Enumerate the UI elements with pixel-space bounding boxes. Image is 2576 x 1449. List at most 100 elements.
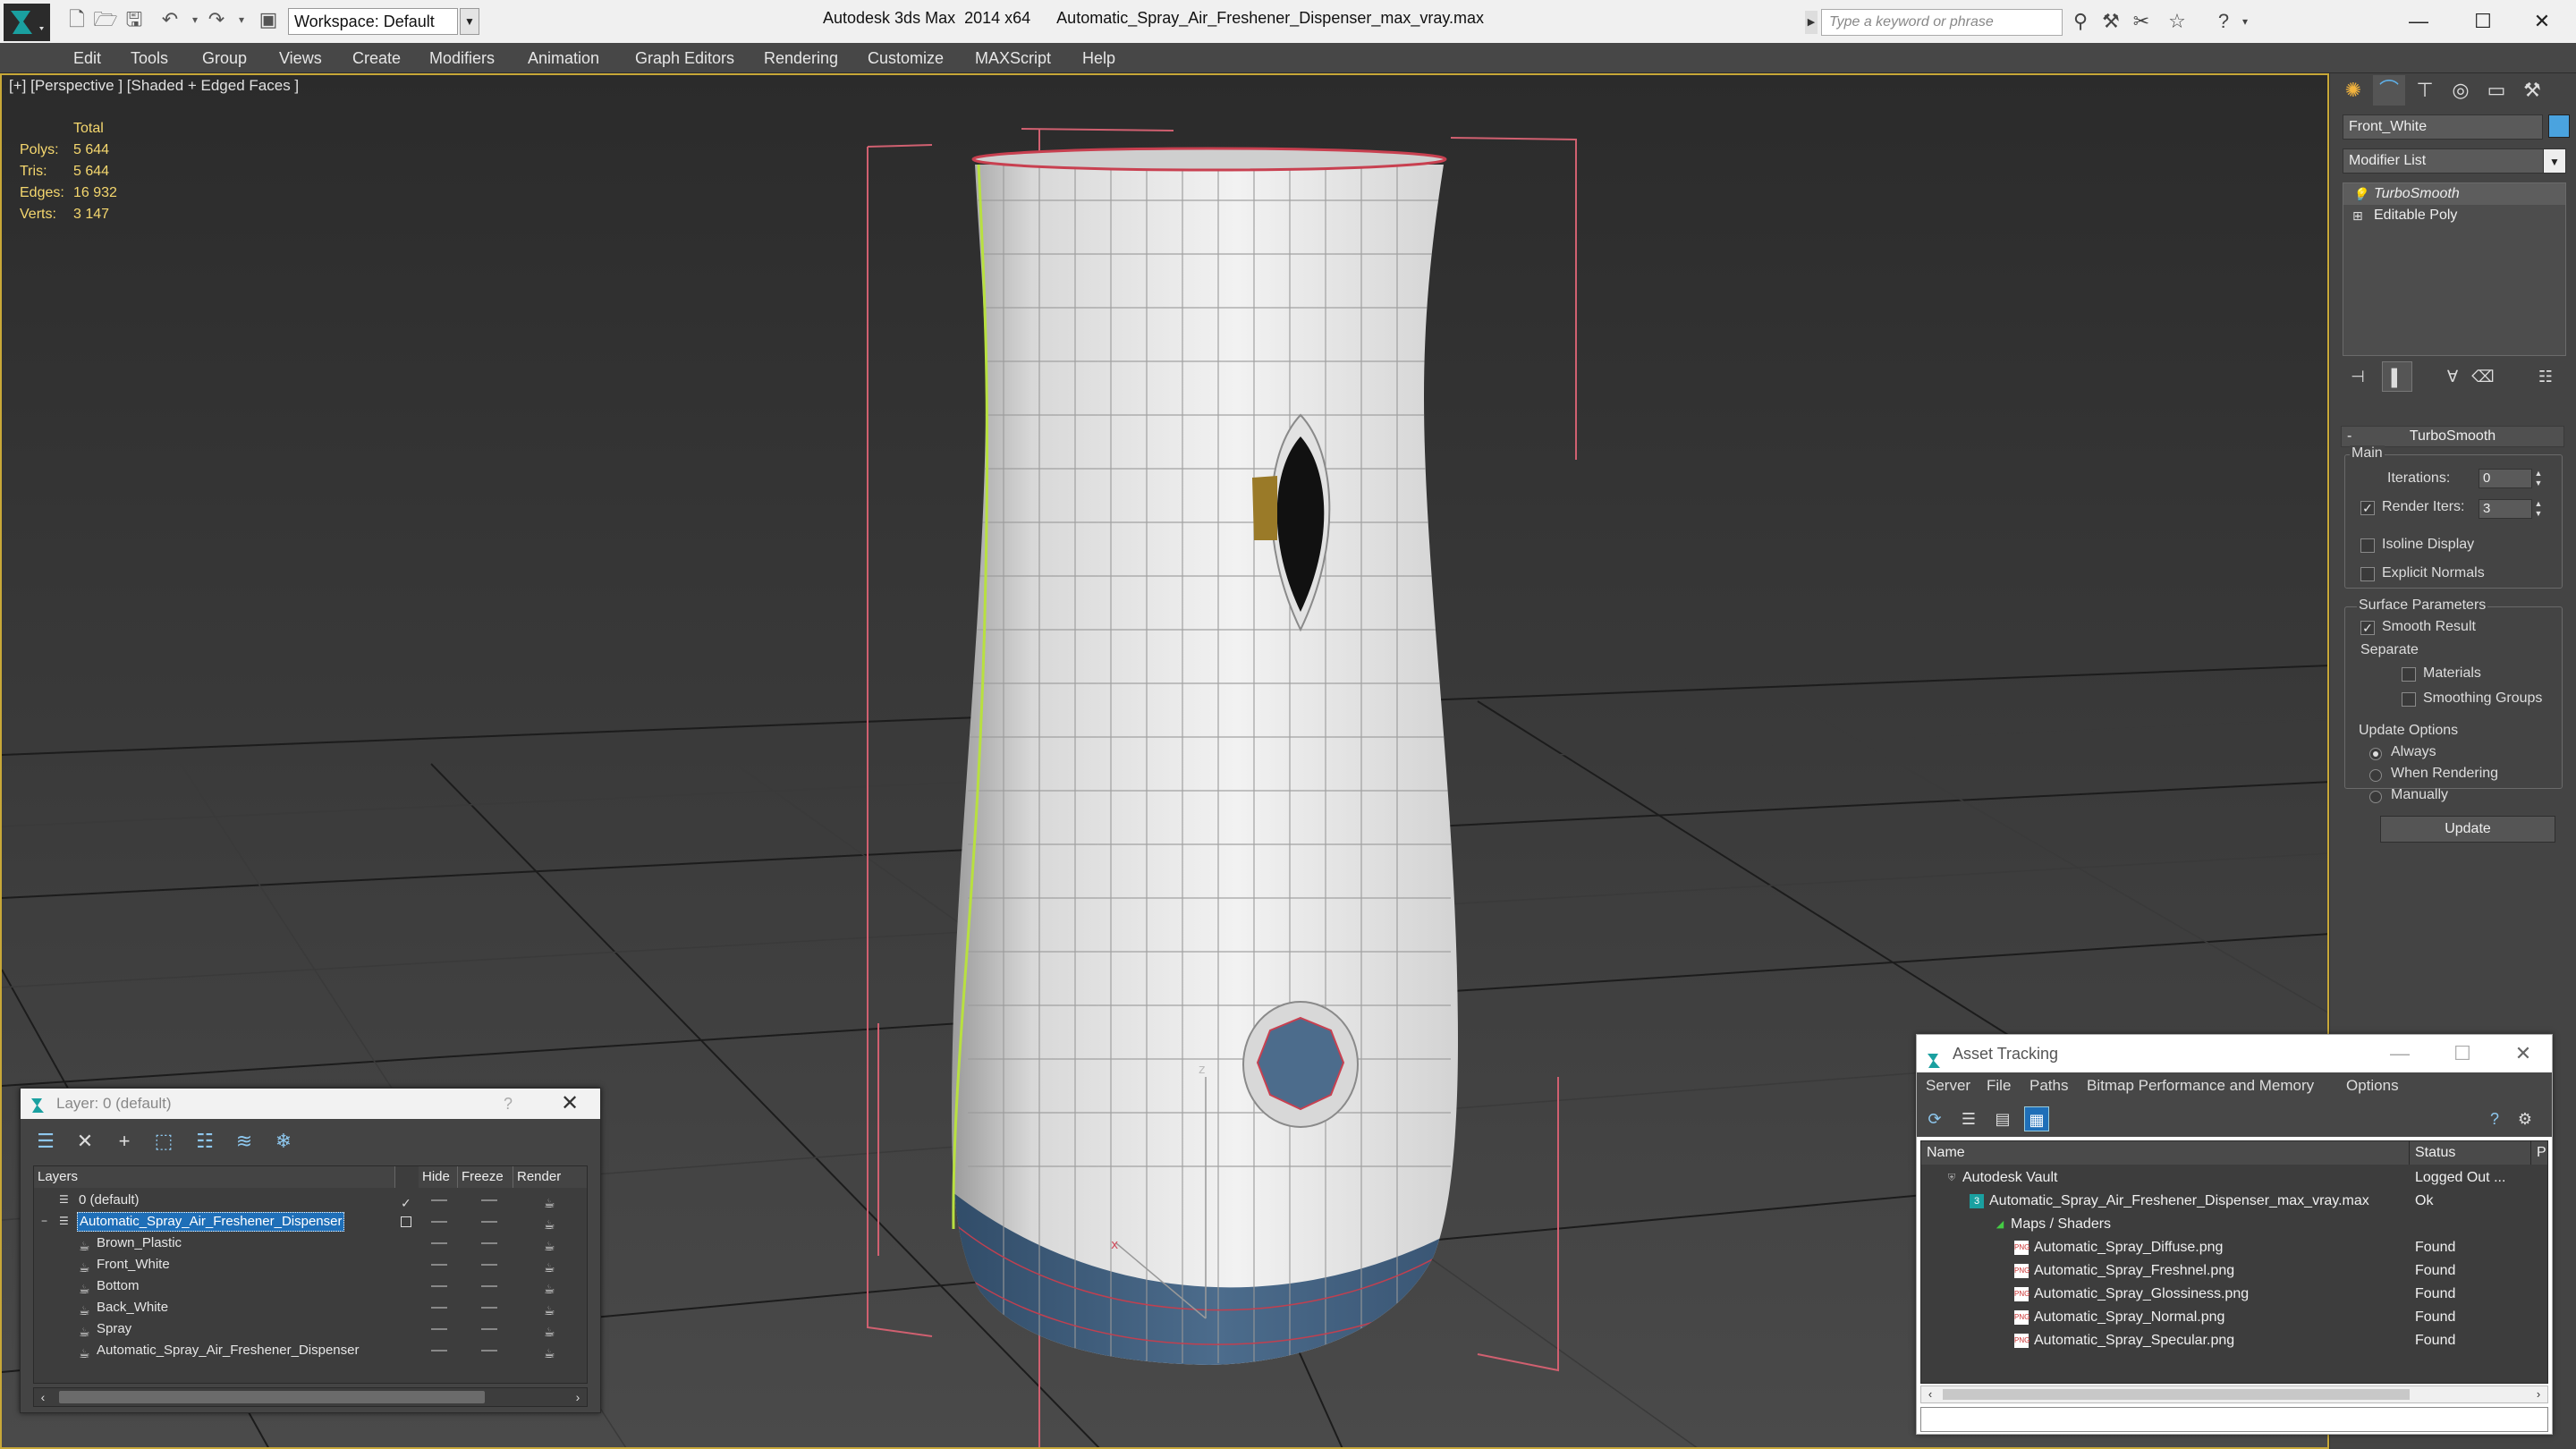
object-color-swatch[interactable] (2548, 114, 2570, 138)
asset-name[interactable]: Autodesk Vault (1962, 1166, 2057, 1190)
new-file-icon[interactable]: 🗋 (64, 7, 89, 32)
when-rendering-radio[interactable] (2369, 769, 2382, 782)
freeze-toggle[interactable] (481, 1285, 497, 1287)
hide-toggle[interactable] (431, 1328, 447, 1330)
freeze-toggle[interactable] (481, 1328, 497, 1330)
asset-name[interactable]: Automatic_Spray_Diffuse.png (2034, 1236, 2223, 1259)
viewport-label[interactable]: [+] [Perspective ] [Shaded + Edged Faces… (9, 77, 299, 95)
freeze-toggle[interactable] (481, 1307, 497, 1309)
object-name[interactable]: Automatic_Spray_Air_Freshener_Dispenser (97, 1340, 359, 1361)
spinner-arrows-icon[interactable]: ▲ ▼ (2532, 499, 2545, 519)
object-name[interactable]: Back_White (97, 1297, 168, 1318)
menu-graph-editors[interactable]: Graph Editors (631, 43, 738, 73)
menu-modifiers[interactable]: Modifiers (426, 43, 498, 73)
select-objects-icon[interactable]: ⬚ (148, 1126, 180, 1157)
light-bulb-icon[interactable]: 💡 (2352, 183, 2368, 205)
menu-edit[interactable]: Edit (70, 43, 105, 73)
hide-toggle[interactable] (431, 1307, 447, 1309)
scroll-right-icon[interactable]: › (2529, 1386, 2547, 1402)
modifier-list-arrow-icon[interactable]: ▼ (2543, 148, 2566, 174)
layer-row[interactable]: ☕ Back_White ☕ (34, 1297, 587, 1318)
layer-row[interactable]: ☕ Spray ☕ (34, 1318, 587, 1340)
hide-toggle[interactable] (431, 1264, 447, 1266)
redo-dropdown-icon[interactable]: ▾ (229, 7, 254, 32)
favorites-star-icon[interactable]: ☆ (2165, 9, 2190, 34)
object-name[interactable]: Bottom (97, 1275, 140, 1297)
menu-customize[interactable]: Customize (864, 43, 947, 73)
asset-horizontal-scrollbar[interactable]: ‹ › (1920, 1385, 2548, 1403)
close-button[interactable]: ✕ (2515, 4, 2569, 39)
layer-row[interactable]: ☕ Front_White ☕ (34, 1254, 587, 1275)
asset-name[interactable]: Automatic_Spray_Normal.png (2034, 1306, 2224, 1329)
asset-name[interactable]: Automatic_Spray_Air_Freshener_Dispenser_… (1989, 1190, 2369, 1213)
table-view-icon[interactable]: ▦ (2024, 1106, 2049, 1131)
stack-item-editable-poly[interactable]: ⊞ Editable Poly (2343, 205, 2565, 226)
spinner-arrows-icon[interactable]: ▲ ▼ (2532, 469, 2545, 488)
help-icon[interactable]: ? (2482, 1106, 2507, 1131)
menu-server[interactable]: Server (1926, 1072, 1970, 1099)
menu-views[interactable]: Views (275, 43, 326, 73)
project-folder-icon[interactable]: ▣ (256, 7, 281, 32)
undo-icon[interactable]: ↶ (157, 7, 182, 32)
scroll-left-icon[interactable]: ‹ (34, 1388, 52, 1406)
close-button[interactable]: ✕ (2496, 1035, 2550, 1072)
asset-name[interactable]: Automatic_Spray_Specular.png (2034, 1329, 2234, 1352)
detail-view-icon[interactable]: ▤ (1990, 1106, 2015, 1131)
modifier-list-dropdown[interactable]: Modifier List (2343, 148, 2557, 174)
update-button[interactable]: Update (2380, 816, 2555, 843)
help-dropdown-icon[interactable]: ▾ (2233, 9, 2258, 34)
explicit-normals-checkbox[interactable] (2360, 567, 2375, 581)
asset-name[interactable]: Automatic_Spray_Glossiness.png (2034, 1283, 2249, 1306)
scroll-left-icon[interactable]: ‹ (1921, 1386, 1939, 1402)
object-name-field[interactable]: Front_White (2343, 114, 2543, 140)
motion-tab-icon[interactable]: ◎ (2445, 75, 2477, 106)
binoculars-icon[interactable]: ⚲ (2068, 9, 2093, 34)
layer-row[interactable]: − ☰ Automatic_Spray_Air_Freshener_Dispen… (34, 1211, 587, 1233)
always-radio[interactable] (2369, 748, 2382, 760)
column-header-p[interactable]: P (2531, 1141, 2547, 1165)
display-tab-icon[interactable]: ▭ (2480, 75, 2512, 106)
layer-row[interactable]: ☕ Bottom ☕ (34, 1275, 587, 1297)
menu-help[interactable]: Help (1079, 43, 1119, 73)
freeze-unfreeze-all-icon[interactable]: ❄ (267, 1126, 300, 1157)
hierarchy-tab-icon[interactable]: ⊤ (2409, 75, 2441, 106)
modify-tab-icon[interactable]: ⌒ (2373, 75, 2405, 106)
search-input[interactable]: Type a keyword or phrase (1821, 9, 2063, 36)
maximize-button[interactable]: ☐ (2456, 4, 2510, 39)
collapse-icon[interactable]: − (41, 1214, 54, 1228)
column-header-render[interactable]: Render (513, 1166, 587, 1188)
smoothing-groups-checkbox[interactable] (2402, 692, 2416, 707)
menu-group[interactable]: Group (199, 43, 250, 73)
communication-center-icon[interactable]: ✂ (2129, 9, 2154, 34)
render-iters-spinner[interactable]: 3 (2479, 499, 2532, 519)
freeze-toggle[interactable] (481, 1350, 497, 1352)
freeze-toggle[interactable] (481, 1264, 497, 1266)
layer-row[interactable]: ☰ 0 (default) ✓ ☕ (34, 1190, 587, 1211)
object-name[interactable]: Front_White (97, 1254, 170, 1275)
manually-radio[interactable] (2369, 791, 2382, 803)
column-header-freeze[interactable]: Freeze (458, 1166, 513, 1188)
materials-checkbox[interactable] (2402, 667, 2416, 682)
render-teapot-icon[interactable]: ☕ (544, 1343, 555, 1364)
asset-path-field[interactable] (1920, 1407, 2548, 1432)
iterations-spinner[interactable]: 0 (2479, 469, 2532, 488)
menu-paths[interactable]: Paths (2029, 1072, 2068, 1099)
asset-row[interactable]: ◢ Maps / Shaders (1921, 1213, 2547, 1236)
pin-stack-icon[interactable]: ⊣ (2343, 361, 2373, 392)
remove-modifier-icon[interactable]: ⌫ (2468, 361, 2498, 392)
hide-toggle[interactable] (431, 1285, 447, 1287)
hide-toggle[interactable] (431, 1199, 447, 1201)
menu-bitmap-performance[interactable]: Bitmap Performance and Memory (2087, 1072, 2314, 1099)
menu-options[interactable]: Options (2346, 1072, 2399, 1099)
layer-window-titlebar[interactable]: Layer: 0 (default) ? ✕ (21, 1089, 600, 1119)
asset-row[interactable]: PNG Automatic_Spray_Diffuse.png Found (1921, 1236, 2547, 1259)
menu-file[interactable]: File (1987, 1072, 2011, 1099)
asset-tracking-titlebar[interactable]: Asset Tracking — ☐ ✕ (1917, 1035, 2552, 1072)
column-header-hide[interactable]: Hide (419, 1166, 458, 1188)
delete-layer-icon[interactable]: ✕ (69, 1126, 101, 1157)
layer-name[interactable]: 0 (default) (79, 1190, 140, 1211)
column-header-layers[interactable]: Layers (34, 1166, 395, 1188)
asset-name[interactable]: Maps / Shaders (2011, 1213, 2111, 1236)
expand-plus-icon[interactable]: ⊞ (2352, 205, 2363, 226)
minimize-button[interactable]: — (2392, 4, 2445, 39)
